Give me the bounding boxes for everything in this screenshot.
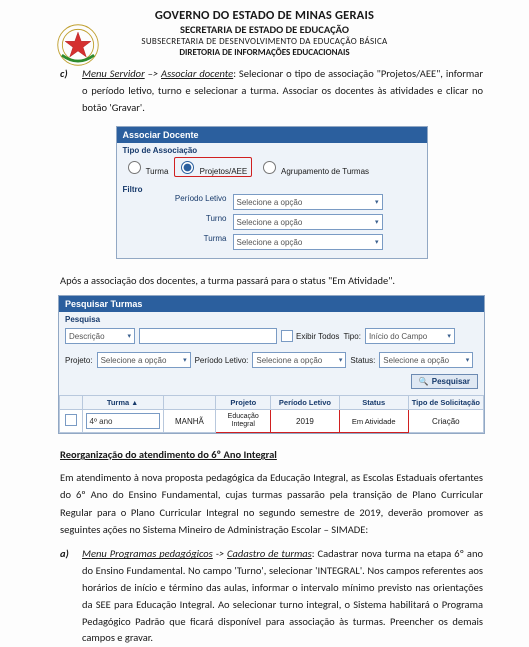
letterhead: GOVERNO DO ESTADO DE MINAS GERAIS SECRET… bbox=[0, 0, 529, 58]
row-checkbox[interactable] bbox=[65, 414, 77, 426]
chevron-down-icon: ▾ bbox=[127, 332, 131, 340]
chevron-down-icon: ▾ bbox=[447, 332, 451, 340]
filtro-grid: Período Letivo Selecione a opção▾ Turno … bbox=[117, 194, 427, 258]
search-row-2: Projeto: Selecione a opção▾ Período Leti… bbox=[59, 348, 484, 372]
search-icon: 🔍 bbox=[419, 377, 429, 386]
periodo-cell: 2019 bbox=[271, 410, 340, 433]
pesquisar-button[interactable]: 🔍 Pesquisar bbox=[411, 374, 478, 389]
radio-turma[interactable]: Turma bbox=[123, 158, 169, 176]
col-status[interactable]: Status bbox=[339, 396, 408, 410]
periodo-select[interactable]: Selecione a opção▾ bbox=[252, 352, 346, 368]
periodo-label: Período Letivo: bbox=[195, 356, 249, 365]
status-label: Status: bbox=[350, 356, 375, 365]
projeto-cell: Educação Integral bbox=[216, 410, 271, 433]
col-turno bbox=[163, 396, 216, 410]
exibir-todos-checkbox[interactable]: Exibir Todos bbox=[281, 330, 339, 342]
chevron-down-icon: ▾ bbox=[339, 356, 343, 364]
radio-projetos-aee[interactable]: Projetos/AEE bbox=[176, 158, 247, 176]
filtro-label: Filtro bbox=[117, 182, 427, 194]
periodo-letivo-label: Período Letivo bbox=[147, 194, 227, 210]
sort-icon: ▲ bbox=[131, 400, 138, 407]
chevron-down-icon: ▾ bbox=[375, 218, 379, 226]
radio-projetos-aee-highlight: Projetos/AEE bbox=[174, 157, 252, 177]
tipo-assoc-label: Tipo de Associação bbox=[117, 143, 427, 155]
results-table: Turma ▲ Projeto Período Letivo Status Ti… bbox=[59, 395, 484, 433]
chevron-down-icon: ▾ bbox=[375, 238, 379, 246]
col-turma[interactable]: Turma ▲ bbox=[82, 396, 163, 410]
state-crest-icon bbox=[55, 22, 101, 68]
associar-docente-panel: Associar Docente Tipo de Associação Turm… bbox=[116, 126, 428, 259]
search-row-1: Descrição▾ Exibir Todos Tipo: Início do … bbox=[59, 324, 484, 348]
col-tipo-solic[interactable]: Tipo de Solicitação bbox=[408, 396, 483, 410]
radio-agrupamento[interactable]: Agrupamento de Turmas bbox=[258, 158, 369, 176]
periodo-letivo-select[interactable]: Selecione a opção▾ bbox=[233, 194, 383, 210]
status-select[interactable]: Selecione a opção▾ bbox=[379, 352, 473, 368]
turno-select[interactable]: Selecione a opção▾ bbox=[233, 214, 383, 230]
status-cell: Em Atividade bbox=[339, 410, 408, 433]
instruction-item-c: c) Menu Servidor –> Associar docente: Se… bbox=[60, 66, 483, 116]
projeto-select[interactable]: Selecione a opção▾ bbox=[97, 352, 191, 368]
panel-title: Associar Docente bbox=[117, 127, 427, 143]
item-a-text: Menu Programas pedagógicos -> Cadastro d… bbox=[82, 546, 483, 647]
turma-select[interactable]: Selecione a opção▾ bbox=[233, 234, 383, 250]
instruction-item-a: a) Menu Programas pedagógicos -> Cadastr… bbox=[60, 546, 483, 647]
chevron-down-icon: ▾ bbox=[466, 356, 470, 364]
panel-title: Pesquisar Turmas bbox=[59, 296, 484, 312]
search-input[interactable] bbox=[139, 328, 277, 344]
turno-cell: MANHÃ bbox=[163, 410, 216, 433]
checkbox-icon bbox=[281, 330, 293, 342]
turma-cell-input[interactable]: 4º ano bbox=[86, 413, 160, 429]
descricao-select[interactable]: Descrição▾ bbox=[65, 328, 135, 344]
table-row[interactable]: 4º ano MANHÃ Educação Integral 2019 Em A… bbox=[60, 410, 484, 433]
projeto-label: Projeto: bbox=[65, 356, 93, 365]
tipo-select[interactable]: Início do Campo▾ bbox=[365, 328, 455, 344]
col-projeto[interactable]: Projeto bbox=[216, 396, 271, 410]
turno-label: Turno bbox=[147, 214, 227, 230]
chevron-down-icon: ▾ bbox=[375, 198, 379, 206]
tipo-solic-cell: Criação bbox=[408, 410, 483, 433]
item-letter: a) bbox=[60, 546, 82, 647]
transition-text: Após a associação dos docentes, a turma … bbox=[60, 273, 483, 289]
chevron-down-icon: ▾ bbox=[183, 356, 187, 364]
reorg-heading: Reorganização do atendimento do 6º Ano I… bbox=[60, 448, 483, 461]
item-c-text: Menu Servidor –> Associar docente: Selec… bbox=[82, 66, 483, 116]
pesquisa-label: Pesquisa bbox=[59, 312, 484, 324]
tipo-label: Tipo: bbox=[343, 332, 361, 341]
col-periodo[interactable]: Período Letivo bbox=[271, 396, 340, 410]
turma-label: Turma bbox=[147, 234, 227, 250]
header-line1: GOVERNO DO ESTADO DE MINAS GERAIS bbox=[0, 8, 529, 23]
pesquisar-turmas-panel: Pesquisar Turmas Pesquisa Descrição▾ Exi… bbox=[58, 295, 485, 434]
tipo-assoc-radios: Turma Projetos/AEE Agrupamento de Turmas bbox=[117, 155, 427, 182]
table-header-row: Turma ▲ Projeto Período Letivo Status Ti… bbox=[60, 396, 484, 410]
item-letter: c) bbox=[60, 66, 82, 116]
reorg-paragraph: Em atendimento à nova proposta pedagógic… bbox=[60, 469, 483, 538]
